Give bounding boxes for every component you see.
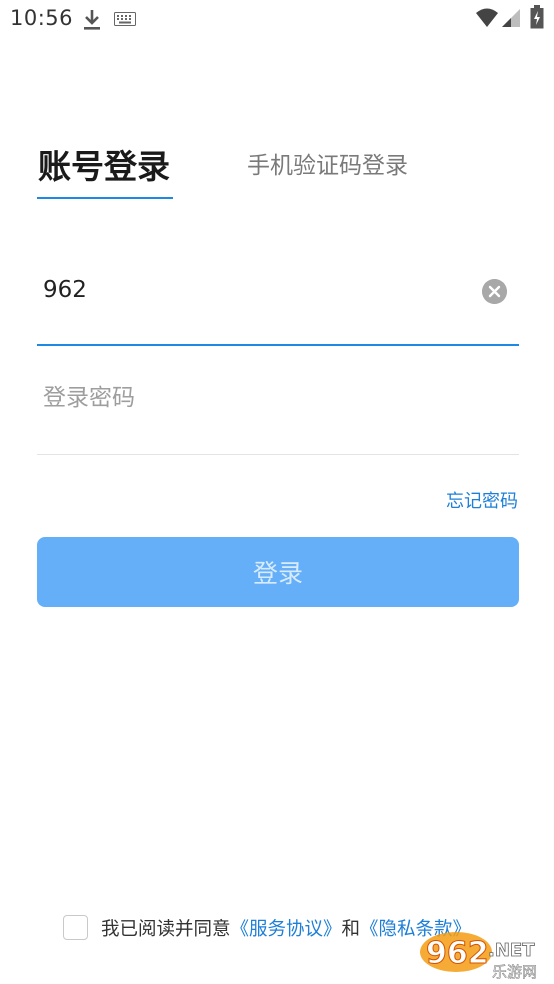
site-watermark-logo: 962 .NET 乐游网 <box>420 932 537 981</box>
svg-text:962: 962 <box>426 936 489 971</box>
clear-icon[interactable] <box>482 279 507 304</box>
service-agreement-link[interactable]: 《服务协议》 <box>231 919 342 940</box>
battery-icon <box>530 5 544 29</box>
svg-text:.NET: .NET <box>488 940 535 961</box>
tab-sms-login[interactable]: 手机验证码登录 <box>247 146 408 180</box>
account-input[interactable] <box>43 260 463 320</box>
forgot-password-link[interactable]: 忘记密码 <box>446 487 518 513</box>
svg-text:乐游网: 乐游网 <box>492 963 537 981</box>
tab-account-login[interactable]: 账号登录 <box>38 140 170 188</box>
password-input[interactable] <box>43 368 463 428</box>
status-time: 10:56 <box>10 6 74 30</box>
active-tab-indicator <box>37 197 173 199</box>
signal-icon <box>502 9 520 27</box>
status-bar: 10:56 <box>0 0 554 40</box>
login-button[interactable]: 登录 <box>37 537 519 607</box>
wifi-icon <box>476 8 498 27</box>
agreement-prefix: 我已阅读并同意 <box>101 919 231 940</box>
download-icon <box>84 10 100 30</box>
agreement-conjunction: 和 <box>341 919 361 940</box>
agreement-checkbox[interactable] <box>63 915 88 940</box>
keyboard-icon <box>114 12 136 26</box>
login-screen: 10:56 账号登录 手机验证码登录 962 忘记密码 登录 我已阅读并同意《服… <box>0 0 554 984</box>
account-field <box>37 260 519 346</box>
password-field <box>37 368 519 455</box>
